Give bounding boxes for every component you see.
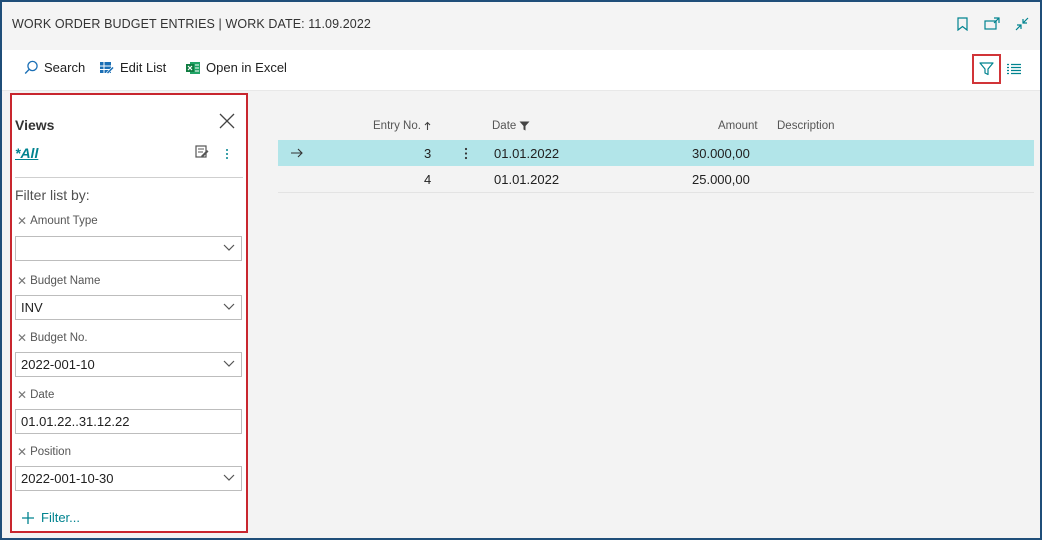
remove-filter-icon[interactable]: ✕ — [17, 274, 27, 288]
views-divider — [15, 177, 243, 178]
page-title: WORK ORDER BUDGET ENTRIES | WORK DATE: 1… — [12, 17, 371, 31]
chevron-down-icon — [223, 360, 235, 367]
filter-pane-toggle-button[interactable] — [972, 54, 1001, 84]
action-bar: Search Edit List Open in Excel — [2, 50, 1040, 91]
input-value: 01.01.22..31.12.22 — [21, 414, 130, 429]
views-heading: Views — [15, 117, 55, 133]
filter-label-date: ✕ Date — [17, 388, 54, 402]
add-filter-label: Filter... — [41, 510, 81, 525]
filter-label-budget-name: ✕ Budget Name — [17, 274, 100, 288]
title-actions — [954, 15, 1030, 33]
chevron-down-icon — [223, 303, 235, 310]
budget-no-dropdown[interactable]: 2022-001-10 — [15, 352, 242, 377]
open-in-excel-button[interactable]: Open in Excel — [185, 60, 287, 75]
open-new-window-icon[interactable] — [984, 15, 1000, 33]
cell-date: 01.01.2022 — [494, 172, 560, 187]
filter-label-position: ✕ Position — [17, 445, 71, 459]
column-header-entry-no[interactable]: Entry No. — [373, 120, 431, 132]
filter-list-by-heading: Filter list by: — [15, 187, 90, 203]
filter-label-text: Date — [30, 389, 55, 401]
cell-amount: 30.000,00 — [692, 146, 750, 161]
remove-filter-icon[interactable]: ✕ — [17, 445, 27, 459]
edit-list-label: Edit List — [120, 60, 167, 75]
table-row[interactable]: 4 01.01.2022 25.000,00 — [278, 166, 1034, 192]
bookmark-icon[interactable] — [954, 15, 970, 33]
view-all-link[interactable]: *All — [15, 145, 38, 161]
add-filter-button[interactable]: Filter... — [21, 510, 80, 525]
edit-view-icon[interactable] — [195, 145, 210, 164]
plus-icon — [22, 511, 34, 524]
edit-list-button[interactable]: Edit List — [99, 60, 166, 75]
column-header-label: Amount — [718, 120, 758, 132]
filter-label-text: Amount Type — [30, 215, 98, 227]
remove-filter-icon[interactable]: ✕ — [17, 214, 27, 228]
filter-label-text: Budget No. — [30, 332, 88, 344]
list-view-button[interactable] — [1006, 62, 1022, 80]
close-icon — [219, 113, 235, 129]
collapse-icon[interactable] — [1014, 15, 1030, 33]
position-dropdown[interactable]: 2022-001-10-30 — [15, 466, 242, 491]
row-divider — [278, 192, 1034, 193]
column-header-description[interactable]: Description — [777, 120, 835, 132]
cell-entry-no: 3 — [424, 146, 432, 161]
search-button[interactable]: Search — [24, 60, 85, 75]
column-header-label: Description — [777, 120, 835, 132]
table-row[interactable]: 3 01.01.2022 30.000,00 — [278, 140, 1034, 166]
column-header-label: Date — [492, 120, 517, 132]
window-frame: WORK ORDER BUDGET ENTRIES | WORK DATE: 1… — [0, 0, 1042, 540]
cell-date: 01.01.2022 — [494, 146, 560, 161]
column-header-date[interactable]: Date — [492, 120, 530, 132]
excel-icon — [186, 61, 200, 74]
remove-filter-icon[interactable]: ✕ — [17, 388, 27, 402]
filter-icon — [979, 62, 994, 76]
dropdown-value: 2022-001-10 — [21, 357, 95, 372]
filter-label-text: Position — [30, 446, 71, 458]
date-filter-input[interactable]: 01.01.22..31.12.22 — [15, 409, 242, 434]
row-actions-icon[interactable] — [464, 147, 468, 160]
filter-pane: Views *All Filter list by: ✕ Amount Type… — [10, 93, 248, 533]
budget-name-dropdown[interactable]: INV — [15, 295, 242, 320]
cell-amount: 25.000,00 — [692, 172, 750, 187]
title-bar: WORK ORDER BUDGET ENTRIES | WORK DATE: 1… — [2, 2, 1040, 50]
filter-label-amount-type: ✕ Amount Type — [17, 214, 98, 228]
chevron-down-icon — [223, 244, 235, 251]
column-header-amount[interactable]: Amount — [718, 120, 758, 132]
sort-ascending-icon — [424, 121, 431, 130]
filter-label-budget-no: ✕ Budget No. — [17, 331, 88, 345]
amount-type-dropdown[interactable] — [15, 236, 242, 261]
filter-label-text: Budget Name — [30, 275, 101, 287]
current-row-arrow-icon — [291, 148, 303, 158]
more-options-icon[interactable] — [225, 147, 229, 165]
remove-filter-icon[interactable]: ✕ — [17, 331, 27, 345]
list-view-icon — [1007, 63, 1021, 75]
column-header-label: Entry No. — [373, 120, 421, 132]
filter-applied-icon — [519, 121, 530, 131]
close-filter-pane-button[interactable] — [219, 113, 235, 134]
search-icon — [24, 60, 38, 74]
edit-list-icon — [100, 61, 115, 74]
dropdown-value: INV — [21, 300, 43, 315]
search-label: Search — [44, 60, 86, 75]
dropdown-value: 2022-001-10-30 — [21, 471, 114, 486]
chevron-down-icon — [223, 474, 235, 481]
cell-entry-no: 4 — [424, 172, 432, 187]
open-in-excel-label: Open in Excel — [206, 60, 287, 75]
